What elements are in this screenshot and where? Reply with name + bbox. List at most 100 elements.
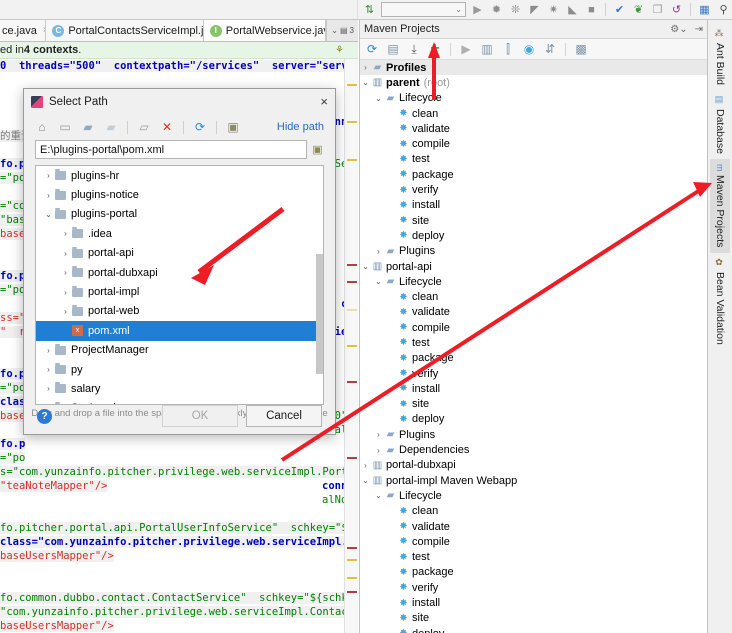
toggle-offline-icon[interactable]: ◉ [522, 42, 536, 56]
maven-tree-row[interactable]: ✸ site [360, 611, 707, 626]
file-tree-row[interactable]: › portal-dubxapi [36, 263, 323, 282]
chevron-right-icon[interactable]: › [373, 247, 384, 256]
maven-tree-row[interactable]: ✸ install [360, 198, 707, 213]
maven-tree-row[interactable]: ✸ compile [360, 534, 707, 549]
vcs-commit-icon[interactable]: ❦ [631, 2, 646, 17]
desktop-icon[interactable]: ▭ [58, 120, 72, 134]
file-tree-row[interactable]: › portal-web [36, 302, 323, 321]
editor-marker[interactable] [347, 264, 357, 266]
tool-window-tab-ant-build[interactable]: ⁂ Ant Build [710, 24, 730, 90]
editor-marker[interactable] [347, 281, 357, 283]
execute-goal-icon[interactable]: ▥ [480, 42, 494, 56]
maven-tree-row[interactable]: ✸ site [360, 397, 707, 412]
editor-marker[interactable] [347, 381, 357, 383]
editor-tab-1[interactable]: C PortalContactsServiceImpl.java × [46, 20, 204, 41]
generate-sources-icon[interactable]: ▤ [386, 42, 400, 56]
editor-marker[interactable] [347, 309, 357, 311]
maven-tree-row[interactable]: ✸ clean [360, 504, 707, 519]
debug-icon[interactable]: ✹ [489, 2, 504, 17]
chevron-right-icon[interactable]: › [360, 63, 371, 72]
maven-tree-row[interactable]: ✸ package [360, 565, 707, 580]
ok-button[interactable]: OK [162, 405, 238, 427]
tool-window-tab-bean-validation[interactable]: ✿ Bean Validation [710, 253, 730, 350]
hide-path-link[interactable]: Hide path [277, 121, 324, 133]
maven-tree-row[interactable]: ⌄ ▰ Lifecycle [360, 91, 707, 106]
maven-tree-row[interactable]: ⌄ ▥ portal-impl Maven Webapp [360, 473, 707, 488]
maven-tree-row[interactable]: ⌄ ▥ portal-api [360, 259, 707, 274]
file-tree-row[interactable]: › py [36, 360, 323, 379]
gear-icon[interactable]: ⚙⌄ [670, 24, 687, 35]
file-tree-row[interactable]: ⌄ plugins-portal [36, 205, 323, 224]
toggle-skip-tests-icon[interactable]: ⫿ [501, 42, 515, 56]
editor-marker[interactable] [347, 345, 357, 347]
maven-tree-row[interactable]: ✸ clean [360, 289, 707, 304]
chevron-down-icon[interactable]: ⌄ [373, 277, 384, 286]
file-tree-row[interactable]: › plugins-notice [36, 185, 323, 204]
profile-icon[interactable]: ◤ [527, 2, 542, 17]
maven-tree-row[interactable]: ✸ test [360, 335, 707, 350]
vcs-diff-icon[interactable]: ❐ [650, 2, 665, 17]
chevron-down-icon[interactable]: ⌄ [360, 262, 371, 271]
collapse-all-icon[interactable]: ⇵ [543, 42, 557, 56]
editor-marker[interactable] [347, 591, 357, 593]
maven-tree-row[interactable]: ✸ package [360, 167, 707, 182]
dialog-title-bar[interactable]: Select Path × [24, 89, 335, 114]
close-icon[interactable]: × [320, 94, 328, 109]
editor-marker[interactable] [347, 577, 357, 579]
tool-window-tab-database[interactable]: ▤ Database [710, 90, 730, 159]
file-tree-row[interactable]: › .idea [36, 224, 323, 243]
add-maven-project-icon[interactable]: + [428, 40, 442, 57]
download-sources-icon[interactable]: ⤓ [407, 42, 421, 56]
chevron-right-icon[interactable]: › [42, 365, 55, 374]
file-tree[interactable]: › plugins-hr › plugins-notice ⌄ plugins-porta… [35, 165, 324, 405]
help-button[interactable]: ? [37, 408, 52, 424]
file-tree-row[interactable]: › portal-impl [36, 282, 323, 301]
reimport-icon[interactable]: ⟳ [365, 42, 379, 56]
maven-tree-row[interactable]: ✸ verify [360, 182, 707, 197]
maven-project-tree[interactable]: › ▰ Profiles ⌄ ▥ parent (root) ⌄ ▰ Lifecycle ✸ clea… [360, 60, 707, 633]
file-tree-row[interactable]: › ProjectManager [36, 341, 323, 360]
editor-marker[interactable] [347, 121, 357, 123]
maven-tree-row[interactable]: › ▰ Profiles [360, 60, 707, 76]
maven-tree-row[interactable]: › ▰ Plugins [360, 427, 707, 442]
chevron-down-icon[interactable]: ⌄ [360, 78, 371, 87]
chevron-down-icon[interactable]: ⌄ [373, 94, 384, 103]
maven-tree-row[interactable]: ⌄ ▥ parent (root) [360, 75, 707, 90]
editor-tab-0[interactable]: ce.java × [0, 20, 47, 41]
maven-tree-row[interactable]: › ▰ Dependencies [360, 442, 707, 457]
editor-marker[interactable] [347, 547, 357, 549]
editor-tab-2[interactable]: I PortalWebservice.java × [203, 20, 327, 41]
maven-tree-row[interactable]: ✸ validate [360, 121, 707, 136]
editor-marker[interactable] [347, 159, 357, 161]
chevron-right-icon[interactable]: › [373, 446, 384, 455]
stop-square-icon[interactable]: ■ [584, 2, 599, 17]
maven-tree-row[interactable]: ✸ test [360, 152, 707, 167]
chevron-right-icon[interactable]: › [59, 249, 72, 258]
editor-marker[interactable] [347, 457, 357, 459]
run-maven-build-icon[interactable]: ▶ [459, 42, 473, 56]
chevron-down-icon[interactable]: ⌄ [373, 491, 384, 500]
search-everywhere-icon[interactable]: ⚲ [716, 2, 731, 17]
maven-tree-row[interactable]: ✸ verify [360, 580, 707, 595]
maven-tree-row[interactable]: › ▰ Plugins [360, 244, 707, 259]
chevron-right-icon[interactable]: › [59, 229, 72, 238]
show-hidden-icon[interactable]: ▱ [137, 120, 151, 134]
build-icon[interactable]: ✷ [546, 2, 561, 17]
chevron-right-icon[interactable]: › [59, 288, 72, 297]
home-icon[interactable]: ⌂ [35, 120, 49, 134]
chevron-down-icon[interactable]: ⌄ [42, 210, 55, 219]
editor-marker-gutter[interactable] [344, 59, 358, 633]
chevron-right-icon[interactable]: › [59, 307, 72, 316]
chevron-right-icon[interactable]: › [42, 191, 55, 200]
tool-window-tab-maven-projects[interactable]: m Maven Projects [710, 158, 730, 253]
maven-tree-row[interactable]: ✸ site [360, 213, 707, 228]
sort-icon[interactable]: ⇅ [362, 2, 377, 17]
maven-tree-row[interactable]: ✸ compile [360, 320, 707, 335]
show-settings-icon[interactable]: ▩ [574, 42, 588, 56]
path-input[interactable]: E:\plugins-portal\pom.xml [35, 140, 307, 159]
chevron-right-icon[interactable]: › [59, 268, 72, 277]
maven-tree-row[interactable]: ✸ validate [360, 305, 707, 320]
new-subfolder-icon[interactable]: ▰ [104, 120, 118, 134]
maven-tree-row[interactable]: ✸ deploy [360, 412, 707, 427]
save-icon[interactable]: ▣ [311, 143, 324, 157]
